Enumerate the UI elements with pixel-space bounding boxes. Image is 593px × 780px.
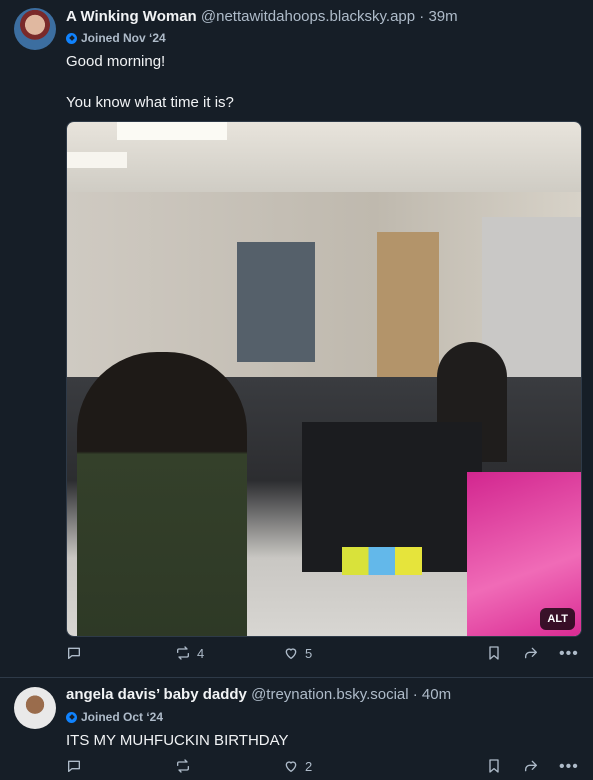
bookmark-button[interactable] [486, 758, 502, 774]
avatar[interactable] [14, 687, 56, 729]
post-header: A Winking Woman @nettawitdahoops.blacksk… [66, 8, 458, 26]
heart-icon [285, 761, 297, 772]
author-handle[interactable]: @nettawitdahoops.blacksky.app [201, 8, 415, 25]
post-actions: 4 5 ••• [66, 645, 580, 665]
post[interactable]: angela davis’ baby daddy @treynation.bsk… [0, 678, 593, 780]
post-time[interactable]: · 39m [419, 8, 457, 25]
like-count: 5 [305, 645, 313, 661]
reply-button[interactable] [66, 758, 88, 774]
joined-info: Joined Nov ‘24 [66, 31, 166, 45]
more-icon: ••• [559, 645, 579, 662]
scene-light [117, 122, 227, 140]
repost-icon [177, 759, 189, 773]
repost-button[interactable]: 4 [175, 645, 204, 661]
post-header: angela davis’ baby daddy @treynation.bsk… [66, 686, 451, 704]
post-text-line: ITS MY MUHFUCKIN BIRTHDAY [66, 732, 289, 749]
bookmark-icon [489, 646, 499, 660]
post-text-line: You know what time it is? [66, 94, 234, 111]
video-media[interactable]: ALT [66, 121, 582, 637]
post-time[interactable]: · 40m [413, 686, 451, 703]
share-icon [525, 760, 537, 772]
feed: A Winking Woman @nettawitdahoops.blacksk… [0, 0, 593, 780]
scene-light [67, 152, 127, 168]
post-text-line: Good morning! [66, 53, 166, 70]
author-name[interactable]: A Winking Woman [66, 8, 197, 25]
verified-badge-icon [66, 32, 77, 44]
share-icon [525, 647, 537, 659]
scene-window [237, 242, 315, 362]
like-button[interactable]: 2 [283, 758, 312, 774]
bookmark-icon [489, 759, 499, 773]
post-actions: 2 ••• [66, 758, 580, 778]
joined-label: Joined Oct ‘24 [81, 710, 164, 724]
like-button[interactable]: 5 [283, 645, 312, 661]
repost-button[interactable] [175, 758, 197, 774]
reply-button[interactable] [66, 645, 88, 661]
more-options-button[interactable]: ••• [559, 645, 579, 663]
post[interactable]: A Winking Woman @nettawitdahoops.blacksk… [0, 0, 593, 678]
alt-text-button[interactable]: ALT [540, 608, 575, 630]
author-name[interactable]: angela davis’ baby daddy [66, 686, 247, 703]
video-frame [67, 122, 581, 636]
reply-icon [68, 760, 80, 772]
verified-badge-icon [66, 711, 77, 723]
avatar[interactable] [14, 8, 56, 50]
more-icon: ••• [559, 758, 579, 775]
like-count: 2 [305, 758, 313, 774]
repost-count: 4 [197, 645, 205, 661]
author-handle[interactable]: @treynation.bsky.social [251, 686, 409, 703]
more-options-button[interactable]: ••• [559, 758, 579, 776]
heart-icon [285, 648, 297, 659]
reply-icon [68, 647, 80, 659]
share-button[interactable] [523, 758, 539, 774]
bookmark-button[interactable] [486, 645, 502, 661]
share-button[interactable] [523, 645, 539, 661]
repost-icon [177, 646, 189, 660]
joined-label: Joined Nov ‘24 [81, 31, 166, 45]
scene-sticky-notes [342, 547, 422, 575]
scene-person [77, 352, 247, 636]
joined-info: Joined Oct ‘24 [66, 710, 163, 724]
